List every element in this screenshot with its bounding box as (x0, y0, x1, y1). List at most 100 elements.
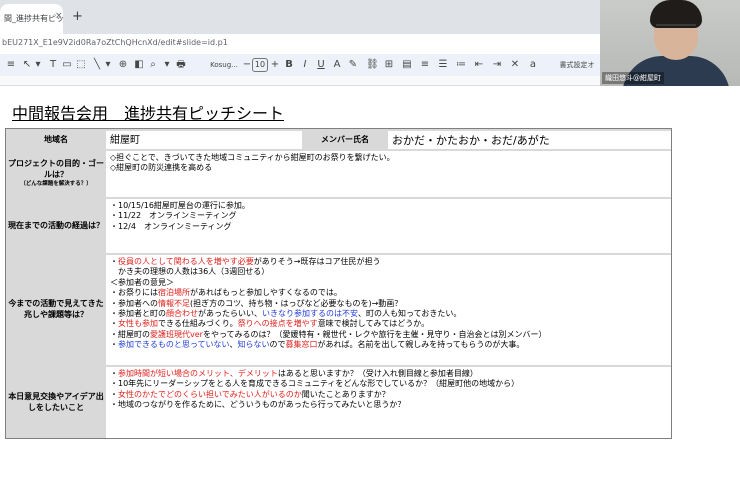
slide-title[interactable]: 中間報告会用 進捗共有ピッチシート (12, 100, 284, 124)
editor-toolbar: ≡ ↖ ▾ T ▭ ⬚ ╲ ▾ ⊕ ◧ ⌕ ▾ 🖶 Kosug... − 10 … (0, 54, 600, 76)
clear-format-icon[interactable]: ✕ (510, 57, 520, 73)
row-text-line: ◇紺屋町の防災連携を高める (110, 163, 667, 173)
row-text-line: ・参加者への情報不足(担ぎ方のコツ、持ち物・はっぴなど必要なものを)→動画？ (110, 299, 667, 309)
row-text-line: ＜参加者の意見＞ (110, 278, 667, 288)
highlight-icon[interactable]: ✎ (348, 57, 358, 73)
highlighted-text: 顔合わせ (166, 308, 198, 318)
text-span: かき夫の理想の人数は36人（3週回せる） (110, 267, 270, 277)
row-text-line: ・紺屋町の愛護班現代verをやってみるのは？（愛媛特有・親世代・レクや旅行を主催… (110, 330, 667, 340)
numbered-list-icon[interactable]: ⇤ (474, 57, 484, 73)
text-span: できる仕組みづくり。 (158, 319, 238, 329)
bold-button[interactable]: B (284, 57, 294, 73)
row-value-ideas[interactable]: ・参加時間が短い場合のメリット、デメリットはあると思いますか？（受け入れ側目線と… (106, 367, 671, 438)
text-span: ・ (110, 340, 118, 350)
browser-tab-bar: 間_進捗共有ピッチシ × + (0, 0, 600, 34)
highlighted-text: 知らない (237, 340, 270, 350)
text-span: ・12/4 オンラインミーティング (110, 221, 232, 231)
line-spacing-icon[interactable]: ☰ (438, 57, 448, 73)
text-span: ・ (110, 389, 118, 399)
row-value-progress[interactable]: ・10/15/16紺屋町屋台の運行に参加。 ・11/22 オンラインミーティング・… (106, 199, 671, 253)
text-span: ・11/22 オンラインミーティング (110, 211, 237, 221)
pitch-sheet-table[interactable]: 地域名 紺屋町 メンバー氏名 おかだ・かたおか・おだ/あがた プロジェクトの目的… (5, 128, 672, 439)
highlighted-text: 情報不足 (158, 298, 190, 308)
members-value[interactable]: おかだ・かたおか・おだ/あがた (388, 131, 671, 149)
font-size-decrease-button[interactable]: − (242, 57, 252, 73)
zoom-dropdown-icon[interactable]: ▾ (163, 57, 171, 73)
text-span: があればもっと参加しやすくなるのでは。 (190, 288, 342, 298)
text-color-button[interactable]: A (332, 57, 342, 73)
row-text-line: ・参加時間が短い場合のメリット、デメリットはあると思いますか？（受け入れ側目線と… (110, 369, 667, 379)
comment-icon[interactable]: ⊕ (118, 57, 128, 73)
browser-tab[interactable]: 間_進捗共有ピッチシ (0, 4, 63, 34)
row-label-progress-text: 現在までの活動の経過は？ (8, 220, 104, 230)
row-text-line: ・お祭りには宿泊場所があればもっと参加しやすくなるのでは。 (110, 288, 667, 298)
zoom-icon[interactable]: ⌕ (148, 57, 158, 73)
text-span: 聞いたことありますか？ (301, 389, 390, 399)
row-label-issues-text: 今までの活動で見えてきた兆しや課題等は？ (8, 299, 104, 319)
font-size-input[interactable]: 10 (252, 58, 268, 72)
highlighted-text: 参加できるものと思っていない (118, 340, 230, 350)
url-text[interactable]: bEU271X_E1e9V2id0Ra7oZtChQHcnXd/edit#sli… (2, 38, 228, 47)
row-label-ideas-text: 本日意見交換やアイデア出しをしたいこと (8, 391, 104, 412)
text-span: ・お祭りには (110, 288, 158, 298)
area-name-label: 地域名 (8, 131, 104, 149)
undo-icon[interactable]: ↖ (22, 57, 32, 73)
row-value-issues[interactable]: ・役員の人として関わる人を増やす必要がありそう→既存はコア住民が担う かき夫の理… (106, 255, 671, 365)
row-text-line: ・12/4 オンラインミーティング (110, 222, 667, 232)
participant-name-label: 織田悠斗@紺屋町 (602, 72, 664, 84)
row-label-goal: プロジェクトの目的・ゴールは？ （どんな課題を解決する？） (8, 151, 104, 197)
italic-button[interactable]: I (300, 57, 310, 73)
line-icon[interactable]: ╲ (92, 57, 102, 73)
text-span: ・地域のつながりを作るために、どういうものがあったら行ってみたいと思うか？ (110, 400, 406, 410)
print-icon[interactable]: 🖶 (176, 57, 186, 73)
row-label-goal-text: プロジェクトの目的・ゴールは？ (8, 159, 104, 180)
row-value-goal[interactable]: ◇担ぐことで、きづいてきた地域コミュニティから紺屋町のお祭りを繋げたい。 ◇紺屋町… (106, 151, 671, 197)
text-span: ・ (110, 369, 118, 378)
textbox-icon[interactable]: T (48, 57, 58, 73)
highlighted-text: 役員の人として関わる人を増やす必要 (118, 257, 254, 266)
insert-comment-icon[interactable]: ⊞ (384, 57, 394, 73)
paint-format-icon[interactable]: ◧ (134, 57, 144, 73)
checklist-icon[interactable]: ≔ (456, 57, 466, 73)
row-text-line: ・参加者と町の顔合わせがあったらいい、いきなり参加するのは不安、町の人も知ってお… (110, 309, 667, 319)
new-tab-button[interactable]: + (72, 9, 83, 24)
align-icon[interactable]: ≡ (420, 57, 430, 73)
shape-icon[interactable]: ⬚ (76, 57, 86, 73)
text-span: ◇担ぐことで、きづいてきた地域コミュニティから紺屋町のお祭りを繋げたい。 (110, 153, 395, 162)
highlighted-text: 参加時間が短い場合のメリット、デメリット (118, 369, 278, 378)
link-icon[interactable]: ⛓ (366, 57, 379, 73)
highlighted-text: 愛護班現代ver (150, 329, 203, 339)
highlighted-text: 祭りへの接点を増やす (237, 319, 318, 329)
row-text-line: ・女性も参加できる仕組みづくり。祭りへの接点を増やす意味で検討してみてはどうか。 (110, 319, 667, 329)
text-span: ・10/15/16紺屋町屋台の運行に参加。 (110, 201, 250, 210)
text-span: ので (269, 340, 286, 350)
highlighted-text: 女性も参加 (118, 319, 158, 329)
line-dropdown-icon[interactable]: ▾ (104, 57, 112, 73)
underline-button[interactable]: U (316, 57, 326, 73)
font-family-select[interactable]: Kosug... (204, 57, 244, 73)
highlighted-text: 女性のかたでどのくらい担いでみたい人がいるのか (118, 389, 302, 399)
area-name-value[interactable]: 紺屋町 (106, 131, 302, 149)
format-options-button[interactable]: 書式設定オ (556, 57, 598, 73)
row-text-line: ・地域のつながりを作るために、どういうものがあったら行ってみたいと思うか？ (110, 400, 667, 410)
text-style-icon[interactable]: a (528, 57, 538, 73)
row-text-line: かき夫の理想の人数は36人（3週回せる） (110, 267, 667, 277)
text-span: (担ぎ方のコツ、持ち物・はっぴなど必要なものを)→動画？ (190, 298, 403, 308)
address-bar[interactable]: bEU271X_E1e9V2id0Ra7oZtChQHcnXd/edit#sli… (0, 34, 600, 54)
dropdown-arrow-icon[interactable]: ▾ (34, 57, 42, 73)
image-insert-icon[interactable]: ▤ (402, 57, 412, 73)
text-span: ◇紺屋町の防災連携を高める (110, 163, 213, 173)
menu-icon[interactable]: ≡ (6, 57, 16, 73)
row-text-line: ・参加できるものと思っていない、知らないので募集窓口があれば。名前を出して親しみ… (110, 340, 667, 350)
row-text-line: ◇担ぐことで、きづいてきた地域コミュニティから紺屋町のお祭りを繋げたい。 (110, 153, 667, 163)
text-span: 、町の人も知っておきたい。 (358, 308, 462, 318)
image-icon[interactable]: ▭ (62, 57, 72, 73)
participant-glasses (656, 24, 696, 34)
font-size-increase-button[interactable]: + (270, 57, 280, 73)
text-span: ・ (110, 319, 118, 329)
row-text-line: ・役員の人として関わる人を増やす必要がありそう→既存はコア住民が担う (110, 257, 667, 267)
close-icon[interactable]: × (55, 11, 63, 21)
indent-decrease-icon[interactable]: ⇥ (492, 57, 502, 73)
text-span: ・参加者への (110, 298, 158, 308)
row-text-line: ・11/22 オンラインミーティング (110, 211, 667, 221)
